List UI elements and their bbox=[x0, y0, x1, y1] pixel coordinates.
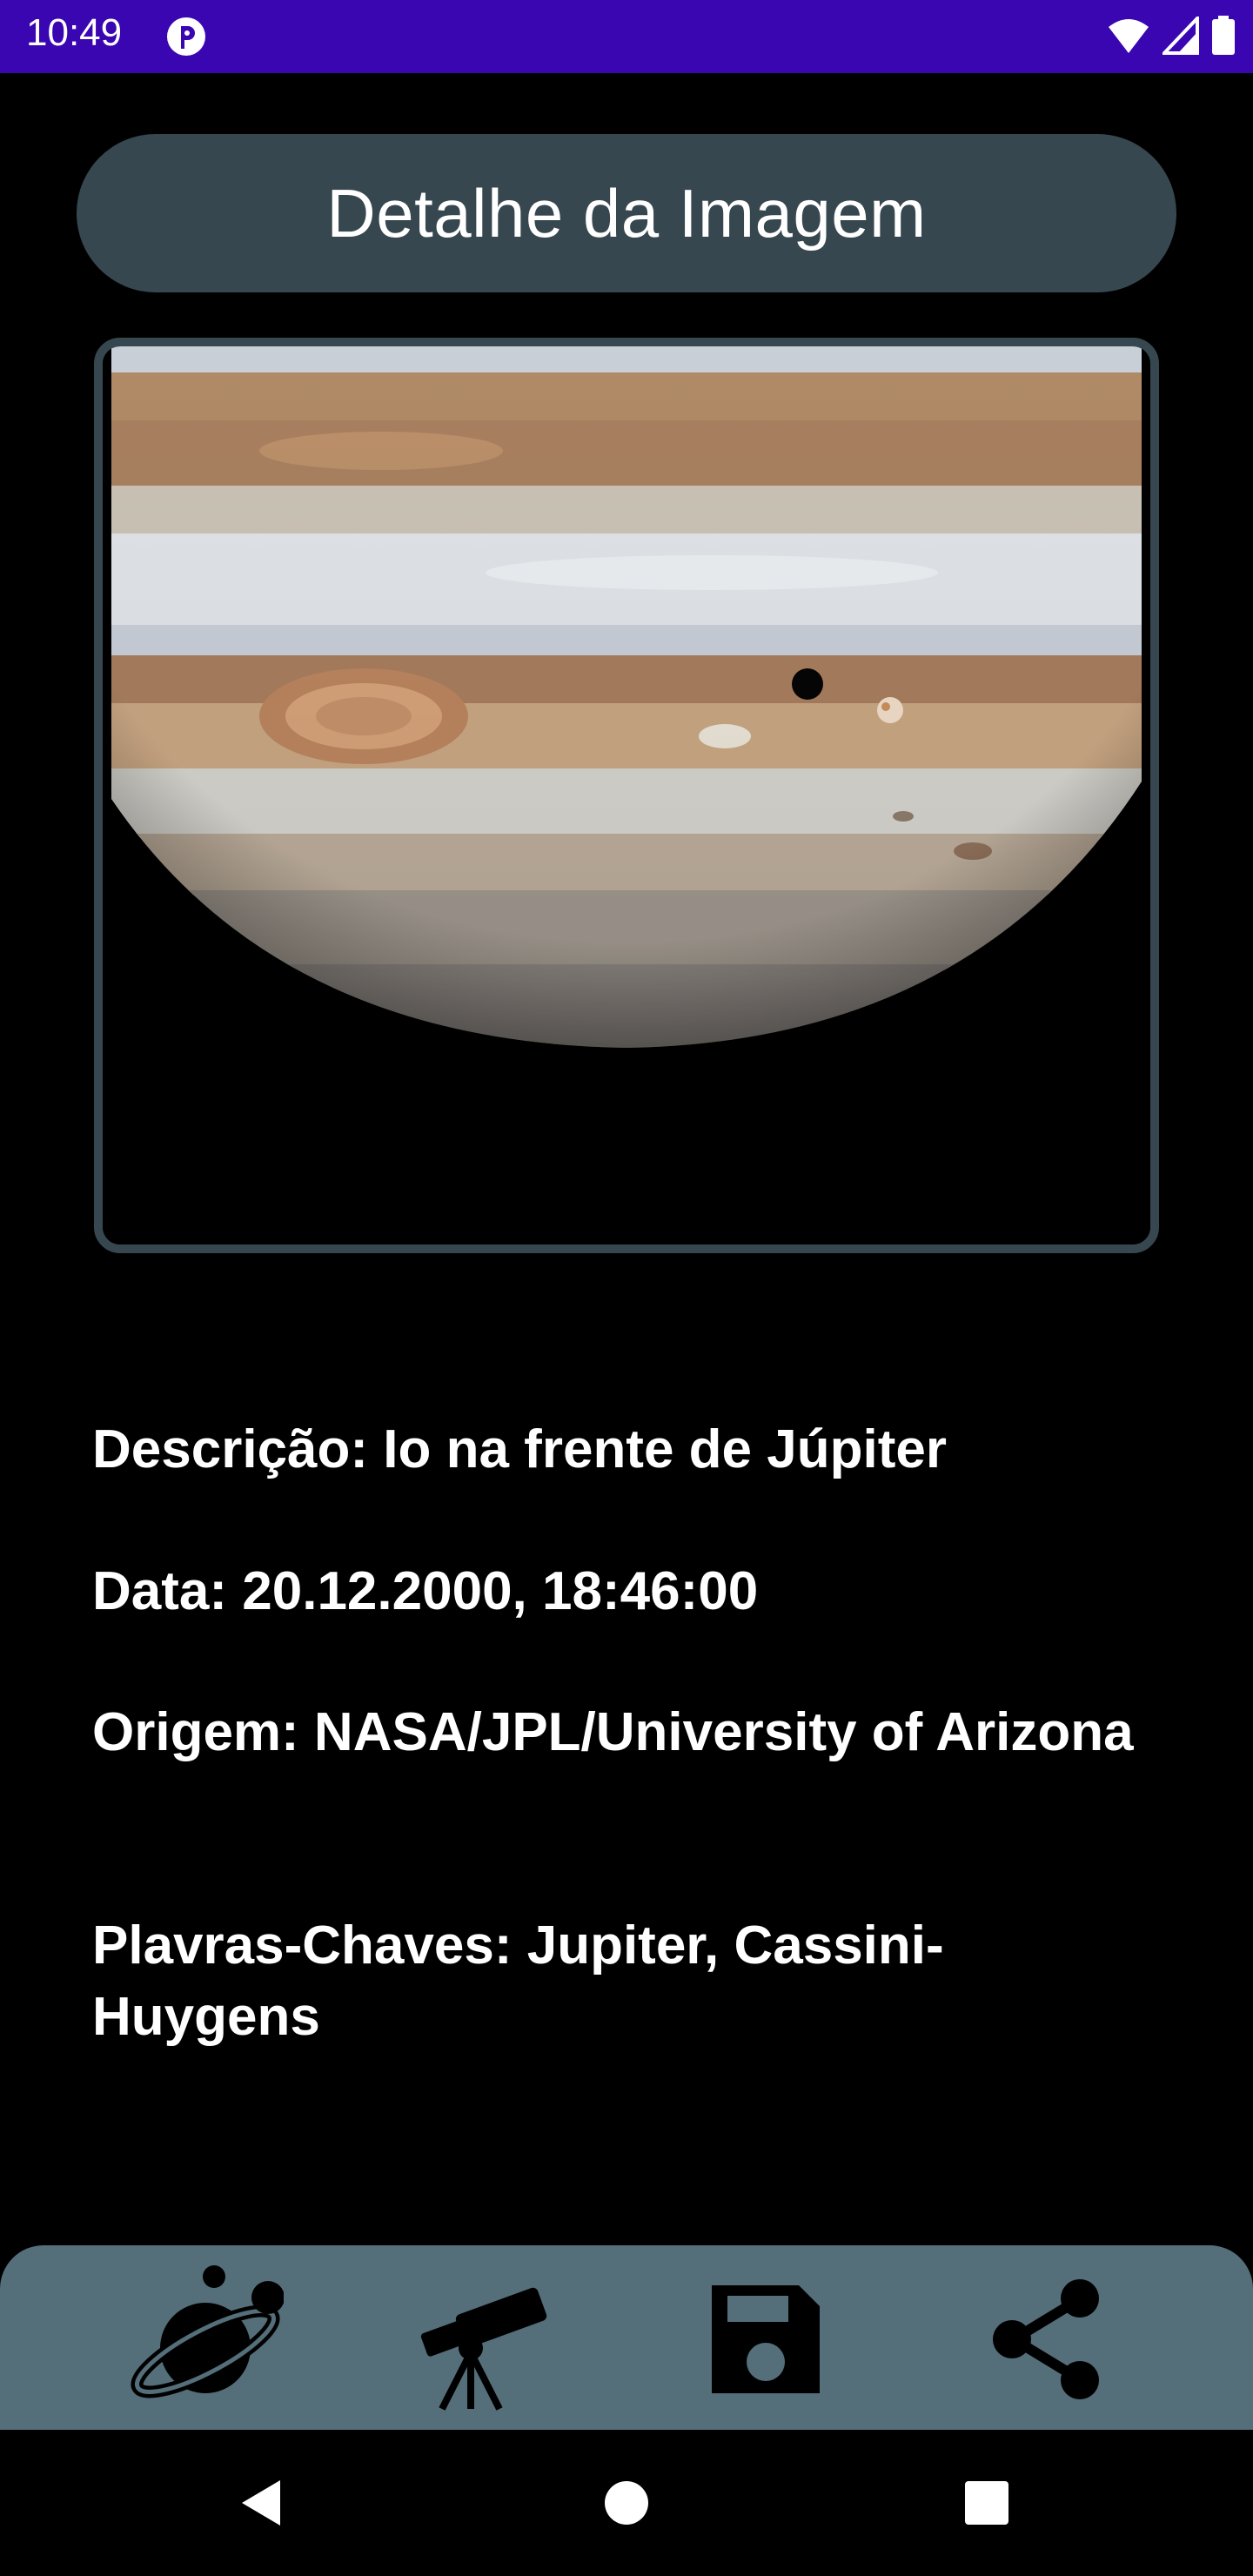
planet-button[interactable] bbox=[118, 2263, 292, 2415]
telescope-button[interactable] bbox=[397, 2263, 571, 2415]
home-button[interactable] bbox=[592, 2468, 661, 2538]
recent-apps-icon bbox=[965, 2481, 1008, 2525]
system-navigation-bar bbox=[0, 2430, 1253, 2576]
cellular-signal-icon bbox=[1163, 17, 1199, 55]
back-button[interactable] bbox=[226, 2468, 296, 2538]
back-icon bbox=[242, 2480, 280, 2526]
home-icon bbox=[605, 2481, 648, 2525]
share-button[interactable] bbox=[961, 2263, 1135, 2415]
jupiter-image[interactable] bbox=[94, 338, 1159, 1253]
app-notification-icon bbox=[167, 17, 205, 56]
share-icon bbox=[993, 2278, 1099, 2399]
description-text: Descrição: Io na frente de Júpiter bbox=[92, 1419, 947, 1479]
wifi-icon bbox=[1109, 19, 1149, 53]
origin-text: Origem: NASA/JPL/University of Arizona bbox=[92, 1702, 1134, 1762]
status-time: 10:49 bbox=[26, 11, 123, 54]
save-icon bbox=[712, 2284, 820, 2393]
page-title-pill: Detalhe da Imagem bbox=[77, 134, 1176, 292]
date-text: Data: 20.12.2000, 18:46:00 bbox=[92, 1561, 759, 1621]
status-bar: 10:49 bbox=[0, 0, 1253, 73]
recent-apps-button[interactable] bbox=[952, 2468, 1022, 2538]
planet-icon bbox=[131, 2264, 284, 2398]
status-icons bbox=[1107, 16, 1236, 56]
page-title: Detalhe da Imagem bbox=[326, 174, 927, 252]
battery-icon bbox=[1212, 16, 1235, 55]
bottom-navigation bbox=[0, 2245, 1253, 2430]
jupiter-picture bbox=[103, 346, 1150, 1244]
save-button[interactable] bbox=[679, 2263, 853, 2415]
keywords-text: Plavras-Chaves: Jupiter, Cassini-Huygens bbox=[92, 1915, 944, 2047]
telescope-icon bbox=[420, 2287, 547, 2411]
